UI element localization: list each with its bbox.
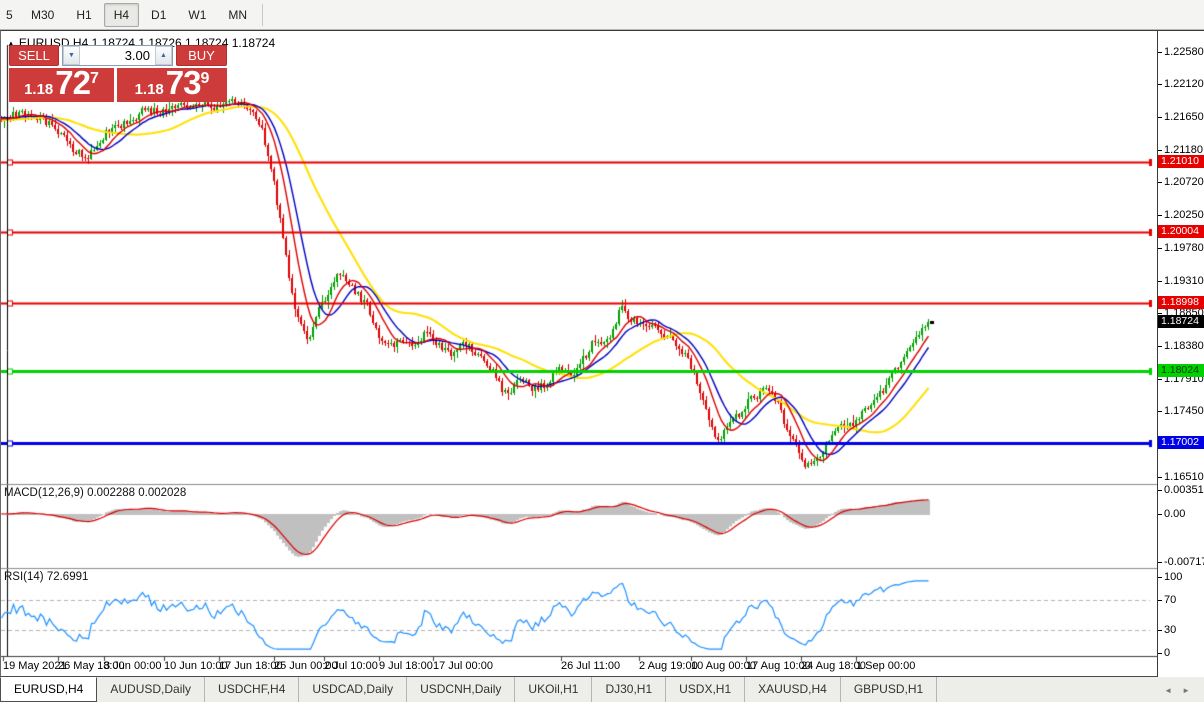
tab-scroll-left-icon[interactable]: ◄ (1164, 686, 1182, 695)
volume-spinner: ▼ ▲ (62, 45, 173, 66)
toolbar-separator (262, 3, 264, 26)
chart-window: ▲ EURUSD,H4 1.18724 1.18726 1.18724 1.187… (0, 30, 1204, 677)
macd-label: MACD(12,26,9) 0.002288 0.002028 (4, 487, 187, 499)
symbol-tab-audusd[interactable]: AUDUSD,Daily (97, 677, 206, 702)
symbol-tab-usdcad[interactable]: USDCAD,Daily (299, 677, 408, 702)
buy-price-sup: 9 (200, 70, 210, 87)
sell-price-quote[interactable]: 1.18 72 7 (9, 64, 114, 102)
symbol-tab-dj30[interactable]: DJ30,H1 (592, 677, 667, 702)
symbol-tab-eurusd[interactable]: EURUSD,H4 (0, 677, 98, 702)
chart-canvas[interactable] (1, 31, 1157, 677)
symbol-tab-ukoil[interactable]: UKOil,H1 (515, 677, 593, 702)
symbol-tab-gbpusd[interactable]: GBPUSD,H1 (841, 677, 938, 702)
price-axis[interactable]: 1.22580 1.22120 1.21650 1.21180 1.20720 1.202… (1157, 31, 1204, 677)
tf-button-M30[interactable]: M30 (21, 3, 64, 27)
tf-button-W1[interactable]: W1 (178, 3, 216, 27)
symbol-tab-usdchf[interactable]: USDCHF,H4 (205, 677, 300, 702)
level-price-label: 1.18998 (1158, 295, 1204, 309)
date-label: 2 Jul 10:00 (324, 660, 378, 672)
buy-price-prefix: 1.18 (134, 81, 164, 98)
sell-price-prefix: 1.18 (24, 81, 54, 98)
date-label: 26 Jul 11:00 (561, 660, 621, 672)
volume-increase-icon[interactable]: ▲ (155, 46, 172, 65)
date-label: 9 Jul 18:00 (379, 660, 433, 672)
rsi-label: RSI(14) 72.6991 (4, 571, 89, 583)
sell-price-sup: 7 (90, 70, 99, 87)
tf-button-H1[interactable]: H1 (66, 3, 101, 27)
buy-price-quote[interactable]: 1.18 73 9 (117, 64, 227, 102)
level-price-label: 1.20004 (1158, 225, 1204, 239)
timeframe-toolbar: 5 M30 H1 H4 D1 W1 MN (0, 0, 1204, 30)
tf-button-H4[interactable]: H4 (103, 2, 140, 27)
symbol-tab-bar: EURUSD,H4 AUDUSD,Daily USDCHF,H4 USDCAD,Dai… (0, 676, 1204, 702)
sell-price-big: 72 (55, 64, 91, 101)
symbol-tab-usdcnh[interactable]: USDCNH,Daily (407, 677, 516, 702)
one-click-trade-panel: SELL ▼ ▲ BUY 1.18727 1.18739 (9, 45, 227, 102)
buy-button[interactable]: BUY (176, 45, 227, 66)
tf-button-MN[interactable]: MN (218, 3, 257, 27)
tf-button-D1[interactable]: D1 (141, 3, 176, 27)
tf-button-5[interactable]: 5 (1, 3, 19, 27)
date-label: 17 Jul 00:00 (433, 660, 493, 672)
symbol-tab-usdx[interactable]: USDX,H1 (666, 677, 746, 702)
volume-input[interactable] (80, 46, 155, 65)
volume-decrease-icon[interactable]: ▼ (63, 46, 80, 65)
tab-scroll-right-icon[interactable]: ► (1182, 686, 1200, 695)
sell-button[interactable]: SELL (9, 45, 59, 66)
level-price-label: 1.21010 (1158, 154, 1204, 168)
buy-price-big: 73 (165, 64, 202, 101)
level-price-label: 1.18024 (1158, 364, 1204, 377)
current-price-label: 1.18724 (1158, 315, 1204, 328)
level-price-label: 1.17002 (1158, 435, 1204, 449)
date-label: 2 Aug 19:00 (639, 660, 698, 672)
date-label: 1 Sep 00:00 (856, 660, 916, 672)
date-label: 3 Jun 00:00 (104, 660, 162, 672)
symbol-tab-xauusd[interactable]: XAUUSD,H4 (745, 677, 841, 702)
